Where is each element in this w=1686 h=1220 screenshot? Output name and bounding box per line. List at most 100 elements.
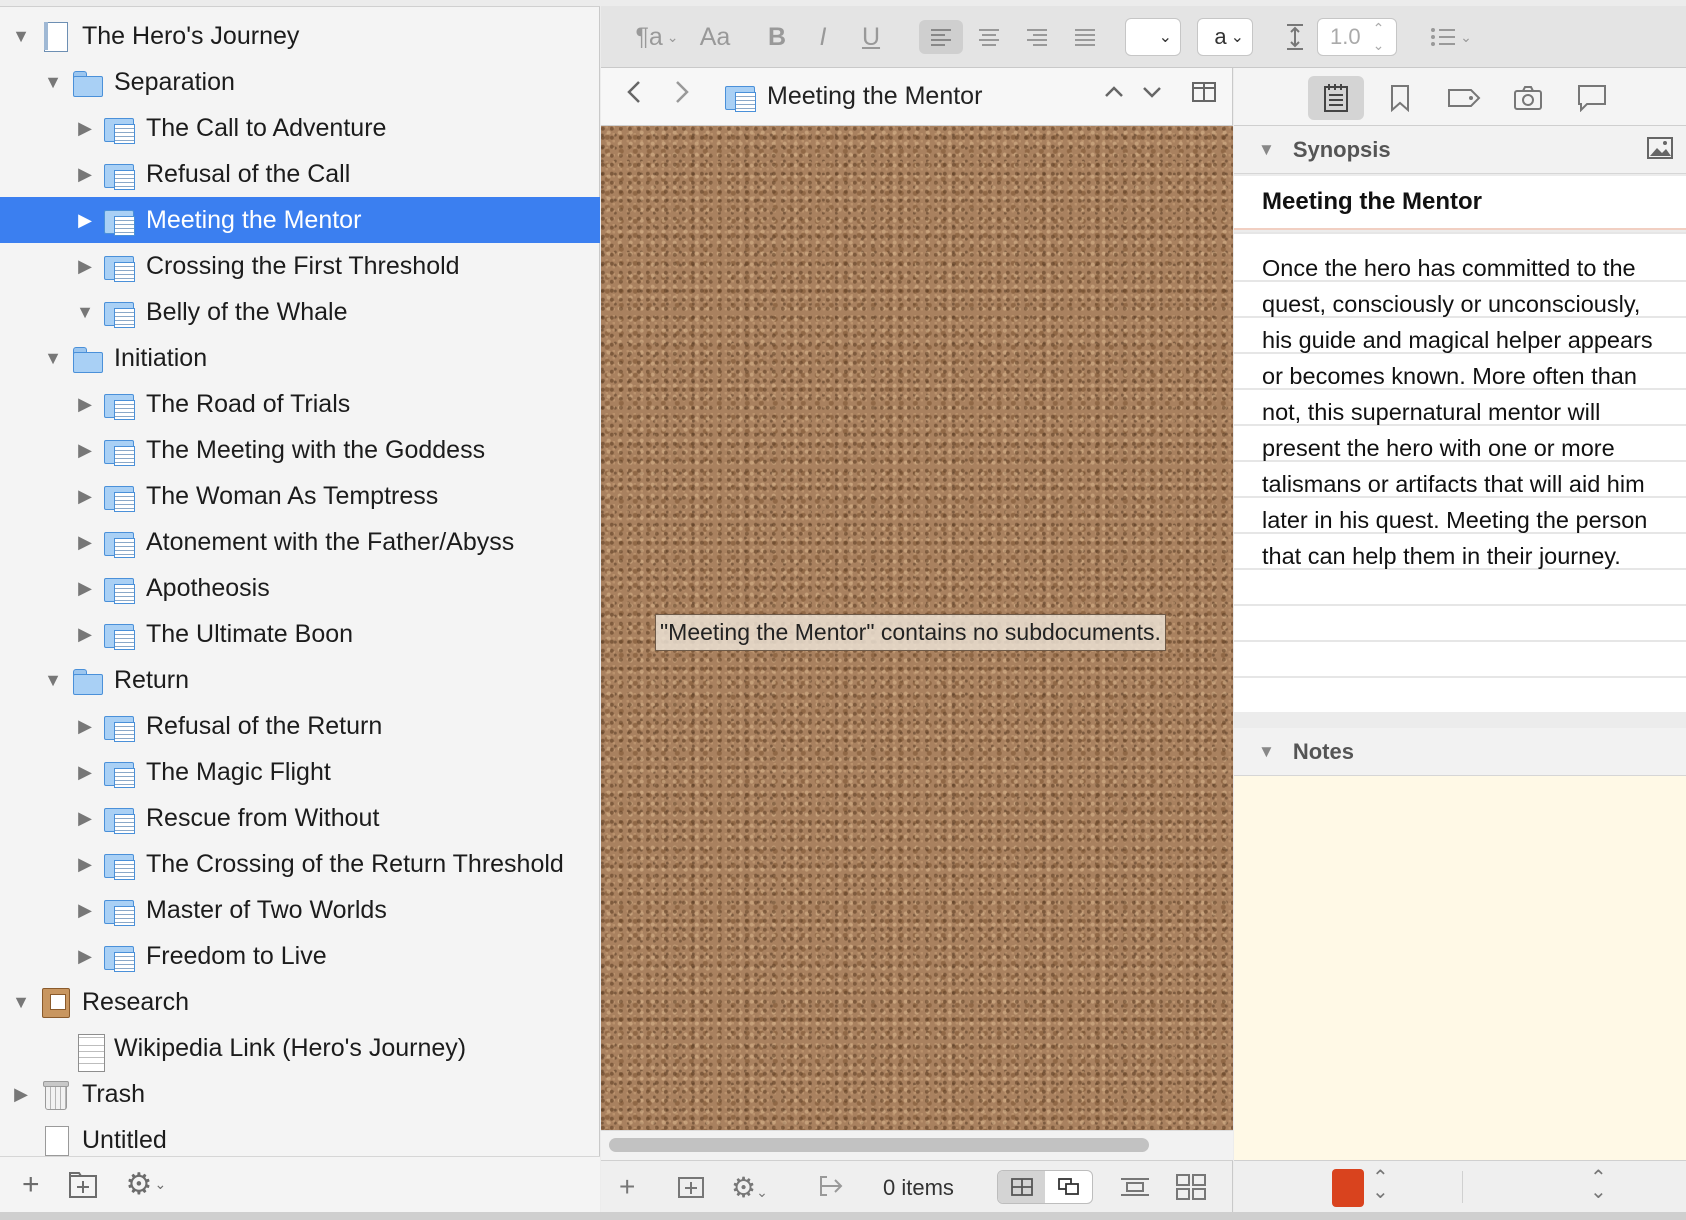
card-layout-button[interactable] <box>1119 1173 1151 1208</box>
binder-item[interactable]: ▶ The Woman As Temptress <box>0 473 600 519</box>
label-color-swatch[interactable] <box>1332 1169 1364 1207</box>
disclosure-triangle-right-icon[interactable]: ▶ <box>74 623 96 645</box>
disclosure-triangle-right-icon[interactable]: ▶ <box>74 945 96 967</box>
disclosure-triangle-right-icon[interactable]: ▶ <box>74 485 96 507</box>
disclosure-triangle-right-icon[interactable]: ▶ <box>74 255 96 277</box>
binder-item[interactable]: ▼ The Hero's Journey <box>0 13 600 59</box>
disclosure-triangle-right-icon[interactable]: ▶ <box>74 209 96 231</box>
horizontal-scrollbar[interactable] <box>601 1130 1233 1160</box>
corkboard[interactable]: "Meeting the Mentor" contains no subdocu… <box>601 126 1233 1130</box>
scrollbar-thumb[interactable] <box>609 1138 1149 1152</box>
next-document-button[interactable] <box>1141 78 1163 112</box>
binder-item[interactable]: ▶ The Call to Adventure <box>0 105 600 151</box>
disclosure-triangle-down-icon[interactable]: ▼ <box>10 991 32 1013</box>
binder-item[interactable]: ▶ The Road of Trials <box>0 381 600 427</box>
disclosure-triangle-down-icon[interactable]: ▼ <box>42 669 64 691</box>
previous-document-button[interactable] <box>1103 78 1125 112</box>
font-variant-select[interactable]: a ⌄ <box>1197 18 1253 56</box>
disclosure-triangle-down-icon[interactable]: ▼ <box>10 25 32 47</box>
disclosure-triangle-right-icon[interactable]: ▶ <box>74 439 96 461</box>
binder-item-label: The Crossing of the Return Threshold <box>146 849 564 878</box>
justify-button[interactable] <box>1063 20 1107 54</box>
synopsis-title[interactable]: Meeting the Mentor <box>1234 176 1686 230</box>
tab-notes[interactable] <box>1308 76 1364 120</box>
binder-item[interactable]: ▶ The Ultimate Boon <box>0 611 600 657</box>
card-size-button[interactable] <box>1175 1173 1207 1208</box>
paragraph-style-button[interactable]: ¶a ⌄ <box>629 20 685 54</box>
disclosure-triangle-right-icon[interactable]: ▶ <box>74 899 96 921</box>
label-stepper-icon[interactable]: ⌃ ⌄ <box>1372 1168 1389 1202</box>
disclosure-triangle-right-icon[interactable]: ▶ <box>74 715 96 737</box>
add-document-button[interactable]: + <box>22 1168 40 1202</box>
align-center-button[interactable] <box>967 20 1011 54</box>
binder-item[interactable]: ▶ The Crossing of the Return Threshold <box>0 841 600 887</box>
disclosure-triangle-right-icon[interactable]: ▶ <box>74 163 96 185</box>
disclosure-triangle-right-icon[interactable]: ▶ <box>74 761 96 783</box>
disclosure-triangle-right-icon[interactable]: ▶ <box>74 531 96 553</box>
binder-item[interactable]: Untitled <box>0 1117 600 1157</box>
fonts-button[interactable]: Aa <box>693 20 737 54</box>
binder-item[interactable]: ▼ Return <box>0 657 600 703</box>
binder-item[interactable]: ▶ Meeting the Mentor <box>0 197 600 243</box>
card-settings-button[interactable]: ⚙⌄ <box>731 1171 768 1204</box>
italic-button[interactable]: I <box>801 20 845 54</box>
synopsis-image-button[interactable] <box>1646 136 1674 166</box>
binder-item-label: Belly of the Whale <box>146 297 348 326</box>
notes-text-area[interactable] <box>1234 776 1686 1160</box>
text-color-select[interactable]: ⌄ <box>1125 18 1181 56</box>
tab-snapshots[interactable] <box>1500 76 1556 120</box>
add-card-button[interactable]: + <box>619 1171 635 1203</box>
disclosure-triangle-right-icon[interactable]: ▶ <box>74 807 96 829</box>
add-folder-button[interactable] <box>68 1171 98 1199</box>
binder-item[interactable]: ▶ The Meeting with the Goddess <box>0 427 600 473</box>
binder-item[interactable]: ▶ Trash <box>0 1071 600 1117</box>
synopsis-header[interactable]: ▼ Synopsis <box>1234 126 1686 174</box>
notes-header[interactable]: ▼ Notes <box>1234 728 1686 776</box>
binder-item[interactable]: ▼ Separation <box>0 59 600 105</box>
disclosure-triangle-right-icon[interactable]: ▶ <box>10 1083 32 1105</box>
align-left-button[interactable] <box>919 20 963 54</box>
disclosure-triangle-down-icon[interactable]: ▼ <box>42 71 64 93</box>
freeform-view-button[interactable] <box>1045 1171 1092 1203</box>
tab-metadata[interactable] <box>1436 76 1492 120</box>
split-editor-button[interactable] <box>1191 78 1217 112</box>
binder-item[interactable]: ▶ Atonement with the Father/Abyss <box>0 519 600 565</box>
binder-item[interactable]: ▼ Initiation <box>0 335 600 381</box>
binder-item[interactable]: ▶ Rescue from Without <box>0 795 600 841</box>
disclosure-triangle-right-icon[interactable]: ▶ <box>74 117 96 139</box>
tab-bookmarks[interactable] <box>1372 76 1428 120</box>
synopsis-text: Once the hero has committed to the quest… <box>1262 255 1653 569</box>
disclosure-triangle-right-icon[interactable]: ▶ <box>74 393 96 415</box>
underline-button[interactable]: U <box>849 20 893 54</box>
binder-item[interactable]: Wikipedia Link (Hero's Journey) <box>0 1025 600 1072</box>
forward-button[interactable] <box>673 78 691 114</box>
back-button[interactable] <box>625 78 643 114</box>
move-out-button[interactable] <box>819 1173 849 1205</box>
add-folder-button[interactable] <box>677 1173 705 1206</box>
disclosure-triangle-right-icon[interactable]: ▶ <box>74 577 96 599</box>
line-spacing-stepper[interactable]: 1.0 ⌃ ⌄ <box>1317 18 1397 56</box>
synopsis-header-label: Synopsis <box>1292 136 1391 162</box>
binder-item[interactable]: ▼ Belly of the Whale <box>0 289 600 335</box>
binder-item[interactable]: ▶ Apotheosis <box>0 565 600 611</box>
binder-item[interactable]: ▶ The Magic Flight <box>0 749 600 795</box>
disclosure-triangle-down-icon[interactable]: ▼ <box>74 301 96 323</box>
underline-icon: U <box>861 22 881 51</box>
tab-comments[interactable] <box>1564 76 1620 120</box>
list-style-button[interactable]: ⌄ <box>1423 20 1479 54</box>
binder-item[interactable]: ▶ Freedom to Live <box>0 933 600 979</box>
synopsis-text-area[interactable]: Once the hero has committed to the quest… <box>1234 232 1686 712</box>
bold-button[interactable]: B <box>755 20 799 54</box>
binder-item[interactable]: ▶ Master of Two Worlds <box>0 887 600 933</box>
binder-item[interactable]: ▼ Research <box>0 979 600 1025</box>
align-right-button[interactable] <box>1015 20 1059 54</box>
binder-item[interactable]: ▶ Crossing the First Threshold <box>0 243 600 289</box>
status-stepper-icon[interactable]: ⌃ ⌄ <box>1590 1168 1607 1202</box>
chevron-up-icon <box>1105 86 1123 97</box>
binder-item[interactable]: ▶ Refusal of the Return <box>0 703 600 749</box>
disclosure-triangle-right-icon[interactable]: ▶ <box>74 853 96 875</box>
grid-view-button[interactable] <box>998 1171 1045 1203</box>
binder-settings-button[interactable]: ⚙ ⌄ <box>126 1167 167 1202</box>
binder-item[interactable]: ▶ Refusal of the Call <box>0 151 600 197</box>
disclosure-triangle-down-icon[interactable]: ▼ <box>42 347 64 369</box>
